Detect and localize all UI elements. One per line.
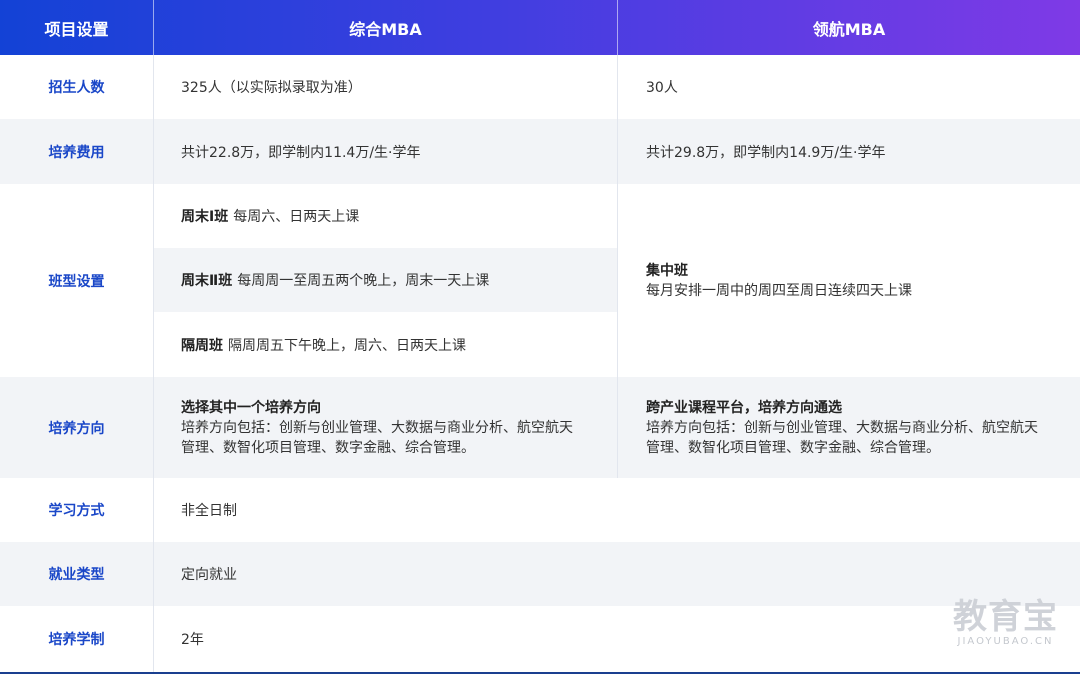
row-label-employment: 就业类型 bbox=[0, 542, 154, 606]
table-header: 项目设置 综合MBA 领航MBA bbox=[0, 0, 1080, 55]
direction-line: 管理、数智化项目管理、数字金融、综合管理。 bbox=[646, 439, 940, 456]
direction-line: 培养方向包括：创新与创业管理、大数据与商业分析、航空航天 bbox=[646, 419, 1038, 436]
class-desc: 隔周周五下午晚上，周六、日两天上课 bbox=[228, 337, 466, 354]
employment-value: 定向就业 bbox=[154, 542, 1080, 606]
class-intensive: 集中班 每月安排一周中的周四至周日连续四天上课 bbox=[618, 184, 1080, 377]
enrollment-mba: 325人（以实际拟录取为准） bbox=[154, 55, 618, 119]
class-desc: 每月安排一周中的周四至周日连续四天上课 bbox=[646, 282, 912, 299]
row-label-enrollment: 招生人数 bbox=[0, 55, 154, 119]
class-name: 集中班 bbox=[646, 262, 688, 279]
direction-title: 跨产业课程平台，培养方向通选 bbox=[646, 399, 842, 416]
row-label-direction: 培养方向 bbox=[0, 377, 154, 478]
class-weekend-2: 周末Ⅱ班 每周周一至周五两个晚上，周末一天上课 bbox=[154, 248, 618, 312]
fees-pilot: 共计29.8万，即学制内14.9万/生·学年 bbox=[618, 119, 1080, 184]
header-pilot-mba: 领航MBA bbox=[812, 19, 886, 39]
program-comparison-table: 项目设置 综合MBA 领航MBA 招生人数 325人（以实际拟录取为准） 30人… bbox=[0, 0, 1080, 674]
row-label-fees: 培养费用 bbox=[0, 119, 154, 184]
watermark-sub: JIAOYUBAO.CN bbox=[957, 636, 1054, 647]
fees-mba: 共计22.8万，即学制内11.4万/生·学年 bbox=[154, 119, 618, 184]
watermark-logo: 教育宝 JIAOYUBAO.CN bbox=[953, 598, 1058, 648]
direction-pilot: 跨产业课程平台，培养方向通选 培养方向包括：创新与创业管理、大数据与商业分析、航… bbox=[618, 377, 1080, 478]
header-comprehensive-mba: 综合MBA bbox=[154, 0, 618, 55]
class-name: 周末Ⅱ班 bbox=[181, 273, 233, 289]
row-label-duration: 培养学制 bbox=[0, 606, 154, 672]
class-desc: 每周周一至周五两个晚上，周末一天上课 bbox=[237, 273, 490, 289]
enrollment-pilot: 30人 bbox=[646, 80, 678, 96]
class-alternate-week: 隔周班 隔周周五下午晚上，周六、日两天上课 bbox=[154, 312, 618, 377]
class-weekend-1: 周末Ⅰ班 每周六、日两天上课 bbox=[154, 184, 618, 248]
direction-title: 选择其中一个培养方向 bbox=[181, 399, 321, 416]
row-label-study-mode: 学习方式 bbox=[0, 478, 154, 542]
class-name: 隔周班 bbox=[181, 337, 223, 354]
row-label-classes: 班型设置 bbox=[0, 184, 154, 377]
direction-line: 管理、数智化项目管理、数字金融、综合管理。 bbox=[181, 439, 475, 456]
study-mode-value: 非全日制 bbox=[181, 503, 237, 519]
direction-line: 培养方向包括：创新与创业管理、大数据与商业分析、航空航天 bbox=[181, 419, 573, 436]
direction-mba: 选择其中一个培养方向 培养方向包括：创新与创业管理、大数据与商业分析、航空航天 … bbox=[154, 377, 618, 478]
watermark-main: 教育宝 bbox=[953, 597, 1058, 637]
class-desc: 每周六、日两天上课 bbox=[233, 209, 360, 225]
header-item-settings: 项目设置 bbox=[0, 0, 154, 55]
class-name: 周末Ⅰ班 bbox=[181, 209, 229, 225]
duration-value: 2年 bbox=[181, 632, 204, 648]
